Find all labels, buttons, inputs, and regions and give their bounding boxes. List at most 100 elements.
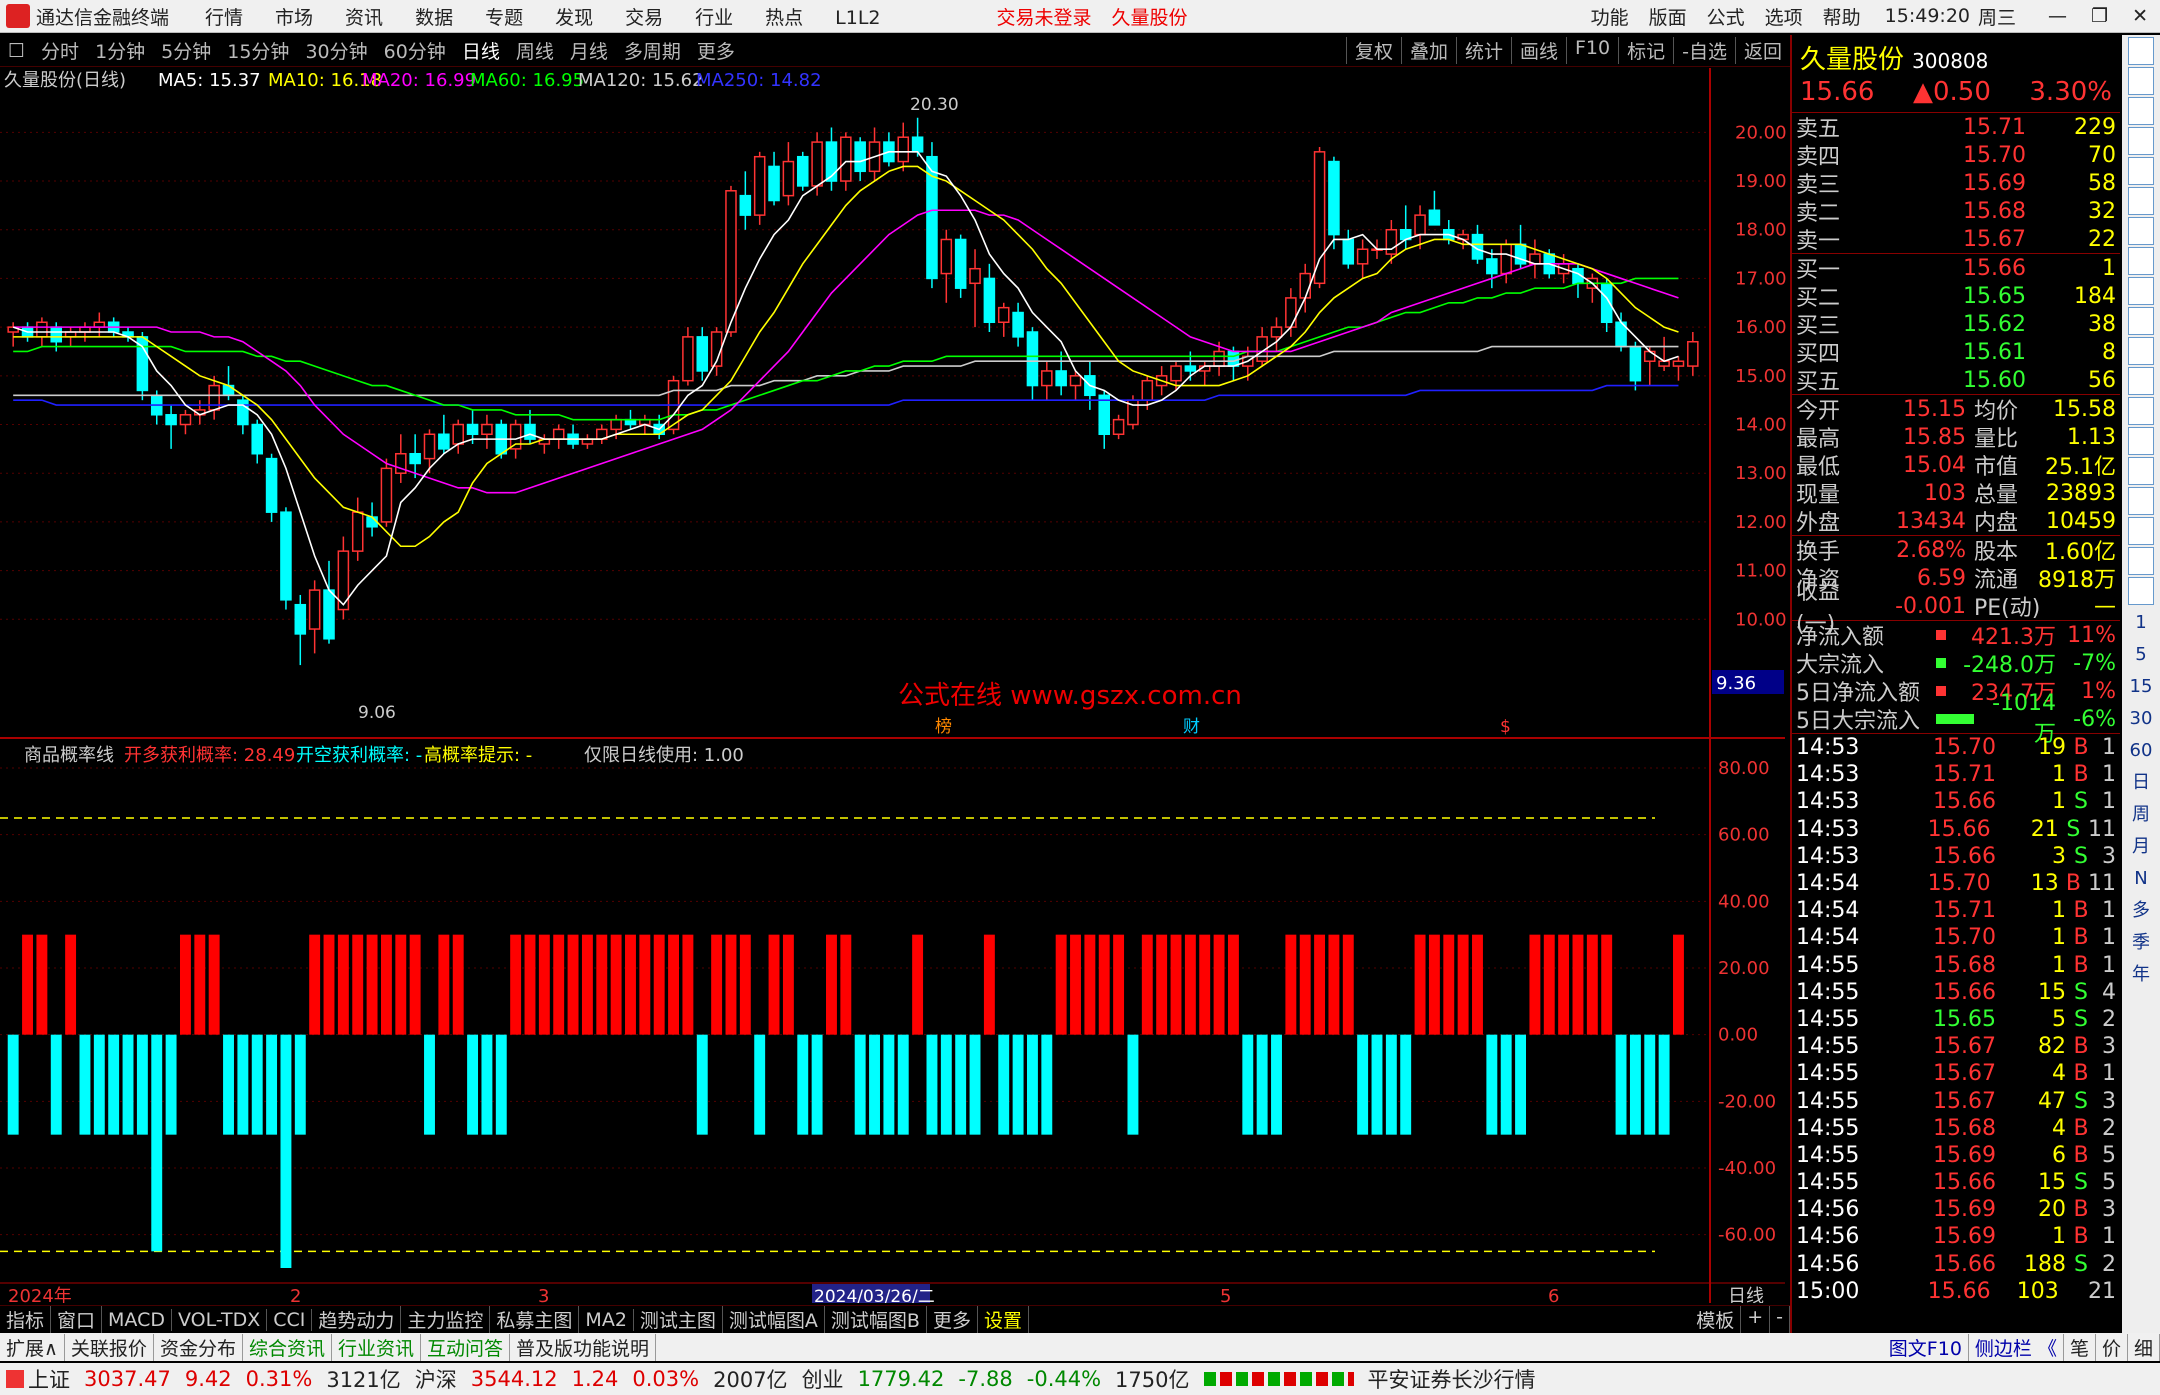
menu-icon[interactable]: ☐	[0, 40, 33, 62]
period-15-icon[interactable]: 15	[2122, 671, 2160, 703]
ind-tab-私募主图[interactable]: 私募主图	[490, 1306, 580, 1333]
star-icon[interactable]	[2128, 457, 2154, 485]
ind-tab-趋势动力[interactable]: 趋势动力	[312, 1306, 402, 1333]
ind-tab-指标[interactable]: 指标	[0, 1306, 52, 1333]
tab-日线[interactable]: 日线	[454, 37, 508, 64]
ring-icon[interactable]	[2128, 367, 2154, 395]
book-row[interactable]: 卖三 15.69 58	[1792, 169, 2120, 199]
menu-版面[interactable]: 版面	[1649, 7, 1687, 29]
tool--自选[interactable]: -自选	[1673, 37, 1735, 64]
menu-公式[interactable]: 公式	[1707, 7, 1745, 29]
ext-互动问答[interactable]: 互动问答	[421, 1333, 510, 1361]
tab-5分钟[interactable]: 5分钟	[153, 37, 219, 64]
period-30-icon[interactable]: 30	[2122, 703, 2160, 735]
tool-F10[interactable]: F10	[1566, 37, 1618, 64]
period-5-icon[interactable]: 5	[2122, 639, 2160, 671]
grid-icon[interactable]	[2128, 217, 2154, 245]
period-多-icon[interactable]: 多	[2122, 895, 2160, 927]
template--[interactable]: -	[1770, 1306, 1790, 1333]
tool-复权[interactable]: 复权	[1345, 37, 1401, 64]
book-row[interactable]: 卖二 15.68 32	[1792, 197, 2120, 227]
tool-叠加[interactable]: 叠加	[1400, 37, 1456, 64]
book-row[interactable]: 买五 15.60 56	[1792, 366, 2120, 396]
bar-icon[interactable]	[2128, 187, 2154, 215]
book-row[interactable]: 买一 15.66 1	[1792, 254, 2120, 284]
menu-专题[interactable]: 专题	[485, 7, 523, 29]
book-row[interactable]: 卖一 15.67 22	[1792, 225, 2120, 255]
trade-status[interactable]: 交易未登录	[997, 3, 1092, 30]
down-icon[interactable]	[2128, 67, 2154, 95]
tool-返回[interactable]: 返回	[1734, 37, 1790, 64]
book-row[interactable]: 买三 15.62 38	[1792, 310, 2120, 340]
ind-tab-测试幅图B[interactable]: 测试幅图B	[825, 1306, 927, 1333]
chart2-icon[interactable]	[2128, 577, 2154, 605]
menu-发现[interactable]: 发现	[555, 7, 593, 29]
menu-资讯[interactable]: 资讯	[345, 7, 383, 29]
book-row[interactable]: 卖五 15.71 229	[1792, 113, 2120, 143]
book-row[interactable]: 卖四 15.70 70	[1792, 141, 2120, 171]
menu-帮助[interactable]: 帮助	[1823, 7, 1861, 29]
ind-tab-设置[interactable]: 设置	[978, 1306, 1029, 1333]
ind-tab-窗口[interactable]: 窗口	[51, 1306, 103, 1333]
menu-行情[interactable]: 行情	[205, 7, 243, 29]
tab-月线[interactable]: 月线	[562, 37, 616, 64]
period-N-icon[interactable]: N	[2122, 863, 2160, 895]
panel-细[interactable]: 细	[2128, 1333, 2160, 1361]
list-icon[interactable]	[2128, 127, 2154, 155]
f2-icon[interactable]	[2128, 337, 2154, 365]
period-周-icon[interactable]: 周	[2122, 799, 2160, 831]
template-模板[interactable]: 模板	[1690, 1306, 1742, 1333]
ind-tab-MACD[interactable]: MACD	[102, 1308, 172, 1331]
restore-icon[interactable]: ❐	[2091, 5, 2108, 27]
line-icon[interactable]	[2128, 157, 2154, 185]
ext-扩展∧[interactable]: 扩展∧	[0, 1333, 65, 1361]
ind-tab-主力监控[interactable]: 主力监控	[401, 1306, 491, 1333]
period-60-icon[interactable]: 60	[2122, 735, 2160, 767]
tab-分时[interactable]: 分时	[33, 37, 87, 64]
event-tag[interactable]: $	[1500, 717, 1511, 737]
ind-tab-更多[interactable]: 更多	[927, 1306, 978, 1333]
period-日-icon[interactable]: 日	[2122, 767, 2160, 799]
event-tag[interactable]: 财	[1183, 717, 1200, 737]
close-icon[interactable]: ✕	[2132, 5, 2148, 27]
ind-tab-VOL-TDX[interactable]: VOL-TDX	[172, 1308, 268, 1331]
ind-tab-测试幅图A[interactable]: 测试幅图A	[723, 1306, 825, 1333]
template-+[interactable]: +	[1741, 1306, 1771, 1333]
tab-60分钟[interactable]: 60分钟	[376, 37, 454, 64]
menu-L1L2[interactable]: L1L2	[835, 7, 880, 29]
menu-交易[interactable]: 交易	[625, 7, 663, 29]
panel-笔[interactable]: 笔	[2064, 1333, 2096, 1361]
doc-icon[interactable]	[2128, 277, 2154, 305]
page-icon[interactable]	[2128, 307, 2154, 335]
arrows-icon[interactable]	[2128, 487, 2154, 515]
menu-市场[interactable]: 市场	[275, 7, 313, 29]
tab-1分钟[interactable]: 1分钟	[87, 37, 153, 64]
period-季-icon[interactable]: 季	[2122, 927, 2160, 959]
menu-热点[interactable]: 热点	[765, 7, 803, 29]
tab-多周期[interactable]: 多周期	[616, 37, 689, 64]
pen-icon[interactable]	[2128, 517, 2154, 545]
menu-选项[interactable]: 选项	[1765, 7, 1803, 29]
period-月-icon[interactable]: 月	[2122, 831, 2160, 863]
ext-行业资讯[interactable]: 行业资讯	[332, 1333, 421, 1361]
menu-功能[interactable]: 功能	[1591, 7, 1629, 29]
up-icon[interactable]	[2128, 37, 2154, 65]
tab-15分钟[interactable]: 15分钟	[219, 37, 297, 64]
ext-综合资讯[interactable]: 综合资讯	[243, 1333, 332, 1361]
ind-tab-CCI[interactable]: CCI	[267, 1308, 313, 1331]
event-tag[interactable]: 榜	[935, 717, 952, 737]
panel-价[interactable]: 价	[2096, 1333, 2128, 1361]
ext-普及版功能说明[interactable]: 普及版功能说明	[510, 1333, 657, 1361]
ext-关联报价[interactable]: 关联报价	[65, 1333, 154, 1361]
book-row[interactable]: 买二 15.65 184	[1792, 282, 2120, 312]
menu-数据[interactable]: 数据	[415, 7, 453, 29]
ind-tab-测试主图[interactable]: 测试主图	[634, 1306, 723, 1333]
tool-统计[interactable]: 统计	[1455, 37, 1511, 64]
book-row[interactable]: 买四 15.61 8	[1792, 338, 2120, 368]
cal-icon[interactable]	[2128, 397, 2154, 425]
tool-标记[interactable]: 标记	[1618, 37, 1673, 64]
menu-行业[interactable]: 行业	[695, 7, 733, 29]
minimize-icon[interactable]: —	[2048, 5, 2067, 27]
tool-画线[interactable]: 画线	[1510, 37, 1566, 64]
panel-图文F10[interactable]: 图文F10	[1883, 1333, 1969, 1361]
